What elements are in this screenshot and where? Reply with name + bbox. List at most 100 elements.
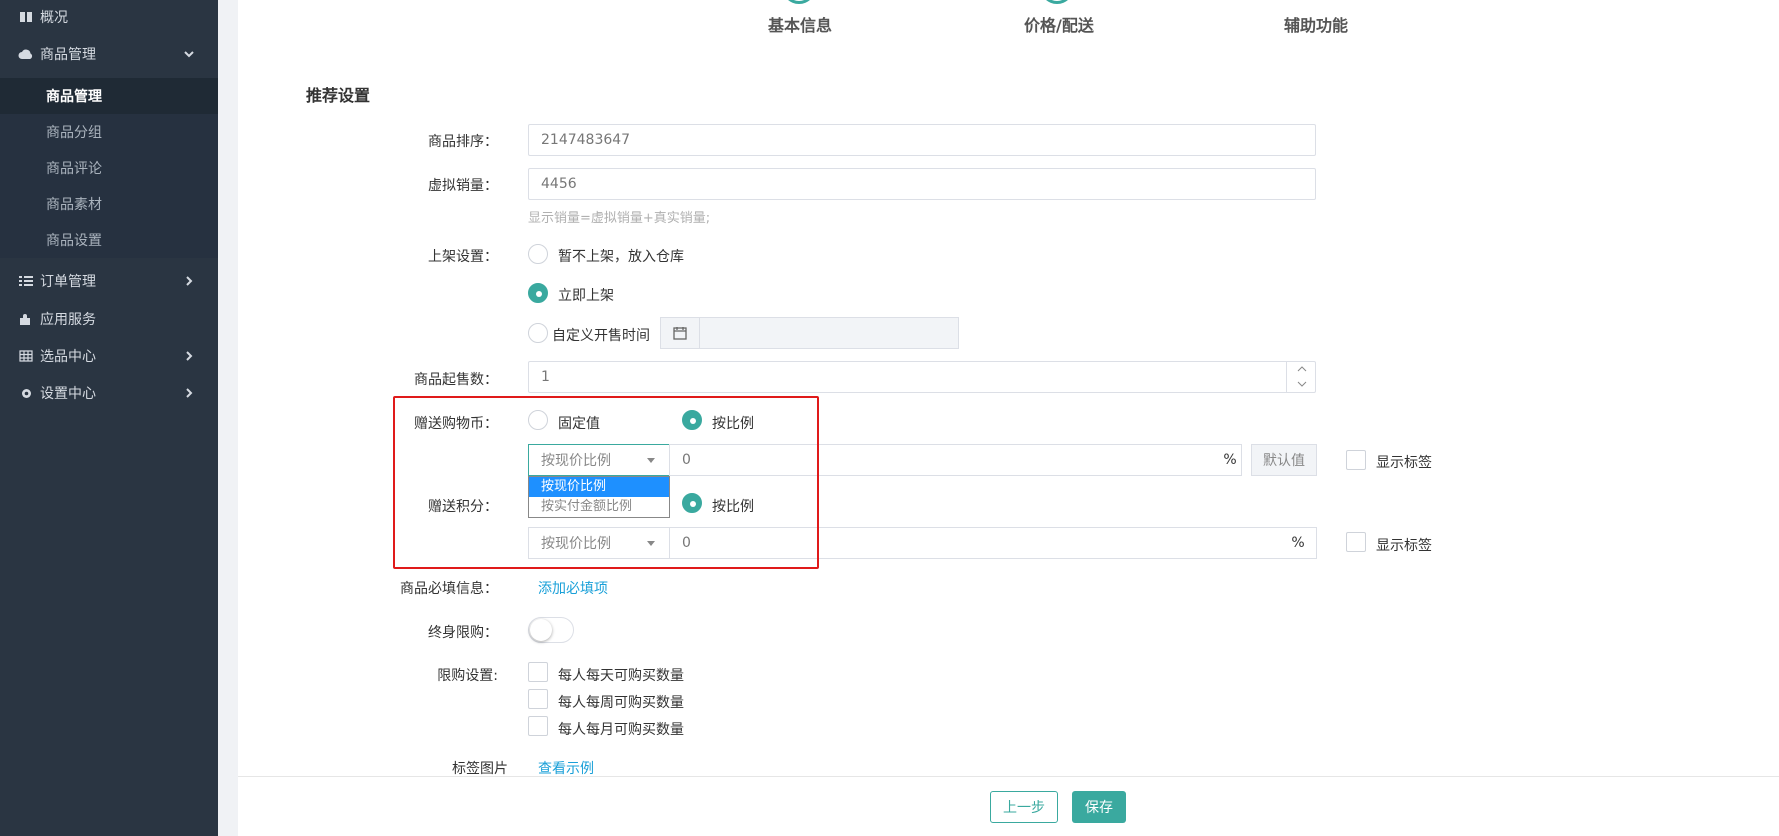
gift-points-ratio-radio[interactable] xyxy=(682,493,702,513)
ratio-dropdown-menu: 按现价比例 按实付金额比例 xyxy=(528,476,670,518)
gift-coin-fixed-radio[interactable] xyxy=(528,410,548,430)
listing-custom-radio[interactable] xyxy=(528,323,548,343)
section-title: 推荐设置 xyxy=(306,86,371,105)
dropdown-option-current-price[interactable]: 按现价比例 xyxy=(529,477,669,497)
gift-points-value-input[interactable]: 0 xyxy=(669,527,1317,559)
list-icon xyxy=(18,274,34,288)
gift-points-label: 赠送积分： xyxy=(428,499,498,515)
gift-points-ratio-text: 按比例 xyxy=(712,499,754,515)
listing-warehouse-radio[interactable] xyxy=(528,244,548,264)
listing-warehouse-text: 暂不上架，放入仓库 xyxy=(558,249,684,265)
main-content: 基本信息 价格/配送 辅助功能 推荐设置 商品排序： 2147483647 虚拟… xyxy=(238,0,1779,836)
sidebar-item-label: 选品中心 xyxy=(40,349,96,365)
monthly-limit-checkbox[interactable] xyxy=(528,716,548,736)
custom-sale-time-input[interactable] xyxy=(699,317,959,349)
min-qty-input[interactable]: 1 xyxy=(528,361,1316,393)
dropdown-option-paid-amount[interactable]: 按实付金额比例 xyxy=(529,497,669,517)
input-value: 0 xyxy=(682,535,691,551)
sidebar-item-product-management[interactable]: 商品管理 xyxy=(0,37,218,71)
input-value: 0 xyxy=(682,452,691,468)
gift-coin-ratio-text: 按比例 xyxy=(712,416,754,432)
calendar-icon xyxy=(673,327,687,340)
virtual-sales-hint: 显示销量=虚拟销量+真实销量; xyxy=(528,211,711,226)
gift-coin-label: 赠送购物币： xyxy=(414,416,498,432)
purchase-limit-label: 限购设置: xyxy=(437,668,498,684)
min-qty-label: 商品起售数： xyxy=(414,372,498,388)
default-value-button[interactable]: 默认值 xyxy=(1251,444,1317,476)
sidebar-item-label: 应用服务 xyxy=(40,312,96,328)
gift-coin-fixed-text: 固定值 xyxy=(558,416,600,432)
gift-coin-value-input[interactable]: 0 xyxy=(669,444,1242,476)
lifetime-limit-label: 终身限购： xyxy=(428,625,498,641)
calendar-addon[interactable] xyxy=(660,317,700,349)
listing-immediate-radio[interactable] xyxy=(528,283,548,303)
sidebar-subitem-label: 商品分组 xyxy=(46,125,102,141)
chevron-right-icon xyxy=(186,276,193,286)
sidebar-item-label: 商品管理 xyxy=(40,47,96,63)
chevron-down-icon[interactable] xyxy=(1297,380,1307,388)
caret-down-icon xyxy=(647,458,655,463)
min-qty-stepper[interactable] xyxy=(1286,361,1316,393)
sort-input[interactable]: 2147483647 xyxy=(528,124,1316,156)
listing-label: 上架设置： xyxy=(428,249,498,265)
add-required-field-link[interactable]: 添加必填项 xyxy=(538,578,608,598)
sidebar-subitem-label: 商品设置 xyxy=(46,233,102,249)
sidebar-subitem-label: 商品评论 xyxy=(46,161,102,177)
gear-icon xyxy=(18,386,34,400)
virtual-sales-input[interactable]: 4456 xyxy=(528,168,1316,200)
sidebar-item-orders[interactable]: 订单管理 xyxy=(0,264,218,298)
select-value: 按现价比例 xyxy=(541,453,611,469)
listing-immediate-text: 立即上架 xyxy=(558,288,614,304)
percent-unit: % xyxy=(1223,452,1237,468)
gift-points-show-tag-text: 显示标签 xyxy=(1376,538,1432,554)
sidebar-subitem-product-group[interactable]: 商品分组 xyxy=(0,114,218,150)
daily-limit-text: 每人每天可购买数量 xyxy=(558,668,684,684)
gift-points-ratio-select[interactable]: 按现价比例 xyxy=(528,527,670,559)
book-icon xyxy=(18,10,34,24)
sidebar-item-settings-center[interactable]: 设置中心 xyxy=(0,376,218,410)
sidebar-item-selection-center[interactable]: 选品中心 xyxy=(0,339,218,373)
chevron-right-icon xyxy=(186,388,193,398)
sidebar-subitem-product-settings[interactable]: 商品设置 xyxy=(0,222,218,258)
sidebar-item-label: 概况 xyxy=(40,10,68,26)
sidebar-item-overview[interactable]: 概况 xyxy=(0,0,218,34)
prev-step-button[interactable]: 上一步 xyxy=(990,791,1058,823)
gift-coin-ratio-radio[interactable] xyxy=(682,410,702,430)
gift-coin-show-tag-checkbox[interactable] xyxy=(1346,450,1366,470)
gift-coin-show-tag-text: 显示标签 xyxy=(1376,455,1432,471)
monthly-limit-text: 每人每月可购买数量 xyxy=(558,722,684,738)
chevron-up-icon[interactable] xyxy=(1297,365,1307,373)
sidebar-subitem-label: 商品素材 xyxy=(46,197,102,213)
gift-coin-ratio-select[interactable]: 按现价比例 xyxy=(528,444,670,476)
virtual-sales-label: 虚拟销量： xyxy=(428,178,498,194)
weekly-limit-checkbox[interactable] xyxy=(528,689,548,709)
step-indicator-2 xyxy=(1040,0,1074,4)
puzzle-icon xyxy=(18,312,34,326)
select-value: 按现价比例 xyxy=(541,536,611,552)
sort-label: 商品排序： xyxy=(428,134,498,150)
step-basic-info[interactable]: 基本信息 xyxy=(768,12,832,36)
view-example-link[interactable]: 查看示例 xyxy=(538,758,594,778)
tag-image-label: 标签图片 xyxy=(452,761,508,777)
sidebar-subitem-label: 商品管理 xyxy=(46,89,102,105)
gift-points-show-tag-checkbox[interactable] xyxy=(1346,532,1366,552)
sidebar-item-app-services[interactable]: 应用服务 xyxy=(0,302,218,336)
save-button[interactable]: 保存 xyxy=(1072,791,1126,823)
lifetime-limit-toggle[interactable] xyxy=(528,617,574,643)
step-auxiliary[interactable]: 辅助功能 xyxy=(1284,12,1348,36)
percent-unit: % xyxy=(1291,535,1305,551)
step-price-delivery[interactable]: 价格/配送 xyxy=(1024,12,1094,36)
step-indicator-1 xyxy=(782,0,816,4)
sidebar-subitem-product-management[interactable]: 商品管理 xyxy=(0,78,218,114)
caret-down-icon xyxy=(647,541,655,546)
chevron-right-icon xyxy=(186,351,193,361)
weekly-limit-text: 每人每周可购买数量 xyxy=(558,695,684,711)
daily-limit-checkbox[interactable] xyxy=(528,662,548,682)
chevron-down-icon xyxy=(184,51,194,58)
footer-bar: 上一步 保存 xyxy=(238,776,1779,836)
cloud-icon xyxy=(18,47,34,61)
sidebar: 概况 商品管理 商品管理 商品分组 商品评论 商品素材 商品设置 订单管理 应用… xyxy=(0,0,218,836)
sidebar-subitem-product-material[interactable]: 商品素材 xyxy=(0,186,218,222)
sidebar-subitem-product-review[interactable]: 商品评论 xyxy=(0,150,218,186)
grid-icon xyxy=(18,349,34,363)
